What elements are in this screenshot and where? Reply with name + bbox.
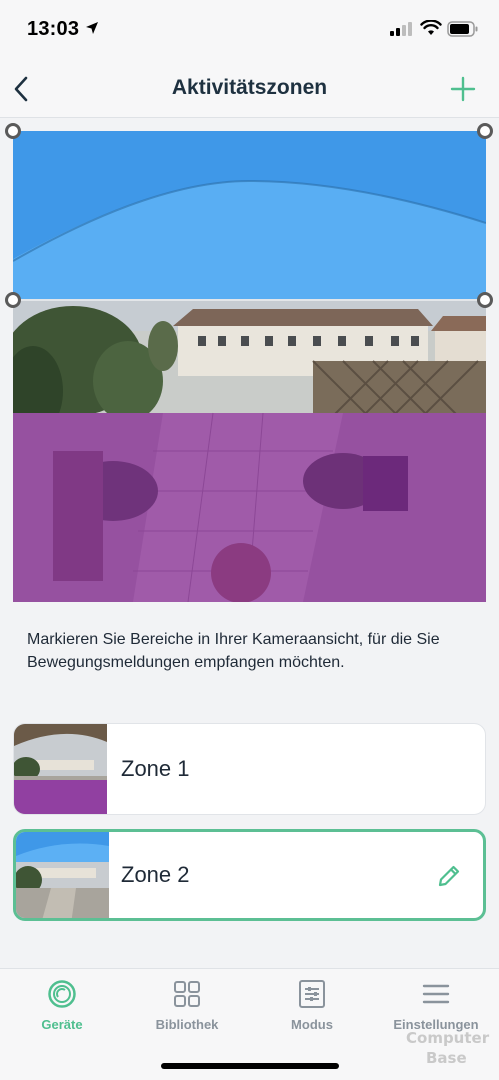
- zone-handle-bottom-right[interactable]: [477, 292, 493, 308]
- status-time: 13:03: [27, 18, 80, 40]
- zone-thumbnail: [16, 832, 109, 918]
- pencil-icon[interactable]: [436, 863, 462, 889]
- tab-bibliothek[interactable]: Bibliothek: [132, 979, 242, 1032]
- cellular-signal-icon: [390, 22, 412, 36]
- zone-thumbnail: [14, 724, 107, 814]
- zone-handle-top-left[interactable]: [5, 123, 21, 139]
- camera-image: [13, 131, 486, 602]
- tab-modus[interactable]: Modus: [257, 979, 367, 1032]
- wifi-icon: [420, 20, 442, 35]
- zone-card-2[interactable]: Zone 2: [13, 829, 486, 921]
- navigation-bar: Aktivitätszonen: [0, 60, 499, 118]
- zone-handle-bottom-left[interactable]: [5, 292, 21, 308]
- description-text: Markieren Sie Bereiche in Ihrer Kameraan…: [27, 631, 440, 671]
- location-arrow-icon: [86, 22, 98, 34]
- camera-ring-icon: [48, 980, 76, 1008]
- battery-icon: [447, 21, 478, 37]
- zone-handle-top-right[interactable]: [477, 123, 493, 139]
- camera-view[interactable]: [13, 131, 486, 602]
- watermark-line2: Base: [426, 1049, 467, 1067]
- plus-icon[interactable]: [449, 75, 477, 103]
- menu-icon: [422, 984, 450, 1004]
- zone-card-1[interactable]: Zone 1: [13, 723, 486, 815]
- tab-label: Geräte: [41, 1017, 83, 1032]
- page-title: Aktivitätszonen: [171, 76, 328, 99]
- grid-icon: [174, 981, 200, 1007]
- zone-name: Zone 1: [121, 756, 190, 781]
- watermark-logo: Computer Base: [388, 1025, 493, 1077]
- tab-label: Modus: [291, 1017, 333, 1032]
- status-bar: 13:03: [0, 0, 499, 60]
- sliders-icon: [299, 980, 325, 1008]
- zone-name: Zone 2: [121, 862, 190, 887]
- tab-geraete[interactable]: Geräte: [7, 979, 117, 1032]
- tab-label: Bibliothek: [155, 1017, 219, 1032]
- zone-2-overlay: [13, 413, 486, 602]
- home-indicator: [161, 1063, 339, 1069]
- watermark-line1: Computer: [406, 1029, 490, 1047]
